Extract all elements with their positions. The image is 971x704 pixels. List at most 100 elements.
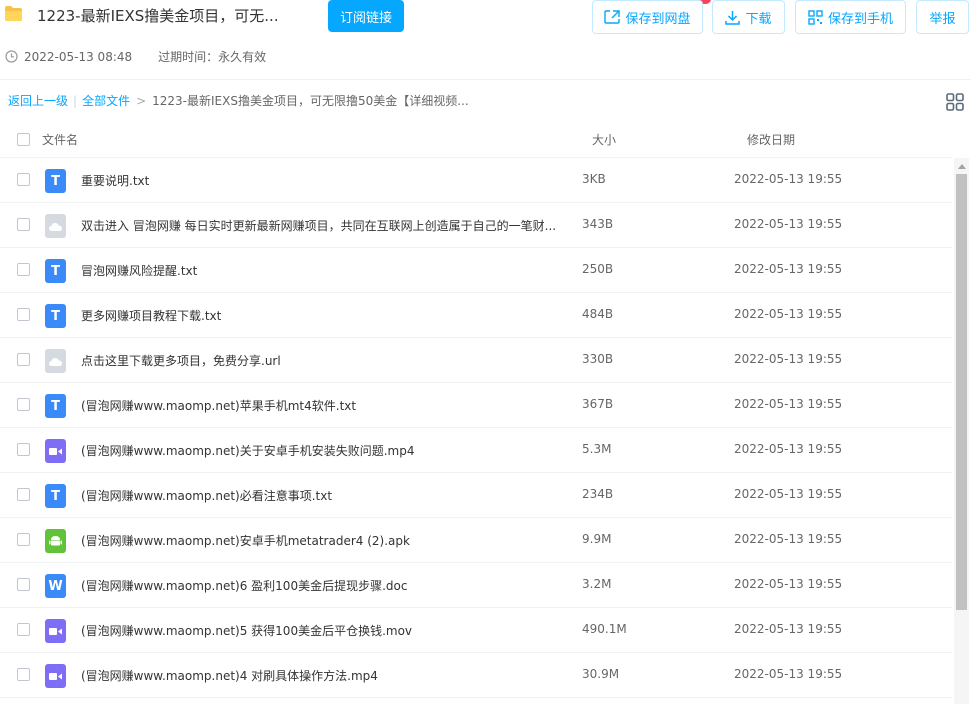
- row-checkbox[interactable]: [17, 578, 30, 591]
- file-size: 3.2M: [582, 577, 612, 591]
- file-name[interactable]: (冒泡网赚www.maomp.net)6 盈利100美金后提现步骤.doc: [81, 577, 407, 594]
- row-checkbox[interactable]: [17, 398, 30, 411]
- file-list: T 重要说明.txt 3KB 2022-05-13 19:55 双击进入 冒泡网赚 每日…: [0, 158, 952, 698]
- table-row[interactable]: W (冒泡网赚www.maomp.net)6 盈利100美金后提现步骤.doc 3.…: [0, 563, 952, 608]
- breadcrumb-separator: |: [73, 93, 78, 108]
- file-name[interactable]: 冒泡网赚风险提醒.txt: [81, 262, 197, 279]
- download-icon: [725, 10, 741, 25]
- file-date: 2022-05-13 19:55: [734, 532, 843, 546]
- grid-view-icon[interactable]: [946, 93, 964, 111]
- file-date: 2022-05-13 19:55: [734, 442, 843, 456]
- video-file-icon: [45, 664, 66, 688]
- save-to-phone-label: 保存到手机: [827, 11, 893, 27]
- file-icon-glyph: T: [51, 173, 60, 189]
- file-name[interactable]: (冒泡网赚www.maomp.net)4 对刷具体操作方法.mp4: [81, 667, 378, 684]
- video-file-icon: [45, 439, 66, 463]
- file-date: 2022-05-13 19:55: [734, 667, 843, 681]
- file-size: 30.9M: [582, 667, 620, 681]
- subscribe-link-button[interactable]: 订阅链接: [328, 0, 404, 32]
- file-size: 3KB: [582, 172, 606, 186]
- file-size: 367B: [582, 397, 614, 411]
- file-icon-glyph: W: [48, 578, 63, 594]
- back-link[interactable]: 返回上一级: [8, 92, 68, 109]
- qrcode-icon: [808, 9, 823, 25]
- table-row[interactable]: (冒泡网赚www.maomp.net)4 对刷具体操作方法.mp4 30.9M 20…: [0, 653, 952, 698]
- file-size: 9.9M: [582, 532, 612, 546]
- chevron-up-icon: [957, 163, 966, 169]
- file-table-header: 文件名 大小 修改日期: [0, 118, 952, 158]
- column-header-date[interactable]: 修改日期: [747, 131, 795, 148]
- file-name[interactable]: (冒泡网赚www.maomp.net)关于安卓手机安装失败问题.mp4: [81, 442, 414, 459]
- file-name[interactable]: (冒泡网赚www.maomp.net)必看注意事项.txt: [81, 487, 332, 504]
- breadcrumb: 返回上一级 | 全部文件 > 1223-最新IEXS撸美金项目，可无限撸50美金…: [8, 92, 469, 109]
- table-row[interactable]: 点击这里下载更多项目，免费分享.url 330B 2022-05-13 19:55: [0, 338, 952, 383]
- file-name[interactable]: 双击进入 冒泡网赚 每日实时更新最新网赚项目，共同在互联网上创造属于自己的一笔财…: [81, 217, 556, 234]
- save-to-phone-button[interactable]: 保存到手机: [795, 0, 906, 34]
- save-to-netdisk-label: 保存到网盘: [625, 11, 691, 27]
- link-file-icon: [45, 349, 66, 373]
- download-button[interactable]: 下载: [712, 0, 785, 34]
- table-row[interactable]: T (冒泡网赚www.maomp.net)必看注意事项.txt 234B 2022-0…: [0, 473, 952, 518]
- save-to-netdisk-button[interactable]: 保存到网盘: [592, 0, 703, 34]
- clock-icon: [5, 50, 18, 63]
- text-file-icon: T: [45, 259, 66, 283]
- table-row[interactable]: (冒泡网赚www.maomp.net)安卓手机metatrader4 (2).a…: [0, 518, 952, 563]
- folder-icon: [5, 6, 22, 21]
- table-row[interactable]: (冒泡网赚www.maomp.net)关于安卓手机安装失败问题.mp4 5.3M 2…: [0, 428, 952, 473]
- row-checkbox[interactable]: [17, 623, 30, 636]
- select-all-checkbox[interactable]: [17, 133, 30, 146]
- file-size: 330B: [582, 352, 614, 366]
- file-date: 2022-05-13 19:55: [734, 217, 843, 231]
- table-row[interactable]: 双击进入 冒泡网赚 每日实时更新最新网赚项目，共同在互联网上创造属于自己的一笔财…: [0, 203, 952, 248]
- file-icon-glyph: T: [51, 398, 60, 414]
- row-checkbox[interactable]: [17, 443, 30, 456]
- word-file-icon: W: [45, 574, 66, 598]
- file-date: 2022-05-13 19:55: [734, 577, 843, 591]
- scroll-up-arrow[interactable]: [954, 158, 969, 174]
- file-name[interactable]: 点击这里下载更多项目，免费分享.url: [81, 352, 281, 369]
- table-row[interactable]: T 重要说明.txt 3KB 2022-05-13 19:55: [0, 158, 952, 203]
- all-files-link[interactable]: 全部文件: [82, 92, 130, 109]
- file-size: 5.3M: [582, 442, 612, 456]
- table-row[interactable]: T 更多网赚项目教程下载.txt 484B 2022-05-13 19:55: [0, 293, 952, 338]
- report-button[interactable]: 举报: [916, 0, 969, 34]
- table-row[interactable]: T (冒泡网赚www.maomp.net)苹果手机mt4软件.txt 367B 202…: [0, 383, 952, 428]
- download-label: 下载: [745, 11, 772, 27]
- text-file-icon: T: [45, 169, 66, 193]
- text-file-icon: T: [45, 394, 66, 418]
- column-header-size[interactable]: 大小: [592, 131, 616, 148]
- row-checkbox[interactable]: [17, 668, 30, 681]
- breadcrumb-current: 1223-最新IEXS撸美金项目，可无限撸50美金【详细视频...: [152, 94, 469, 108]
- file-size: 490.1M: [582, 622, 627, 636]
- file-date: 2022-05-13 19:55: [734, 622, 843, 636]
- file-date: 2022-05-13 19:55: [734, 262, 843, 276]
- file-name[interactable]: 更多网赚项目教程下载.txt: [81, 307, 221, 324]
- table-row[interactable]: T 冒泡网赚风险提醒.txt 250B 2022-05-13 19:55: [0, 248, 952, 293]
- file-name[interactable]: (冒泡网赚www.maomp.net)苹果手机mt4软件.txt: [81, 397, 356, 414]
- row-checkbox[interactable]: [17, 308, 30, 321]
- row-checkbox[interactable]: [17, 533, 30, 546]
- android-file-icon: [45, 529, 66, 553]
- file-date: 2022-05-13 19:55: [734, 172, 843, 186]
- file-size: 250B: [582, 262, 614, 276]
- file-name[interactable]: (冒泡网赚www.maomp.net)5 获得100美金后平仓换钱.mov: [81, 622, 412, 639]
- file-date: 2022-05-13 19:55: [734, 487, 843, 501]
- row-checkbox[interactable]: [17, 488, 30, 501]
- scrollbar-thumb[interactable]: [956, 174, 967, 610]
- page-title: 1223-最新IEXS撸美金项目，可无...: [37, 7, 279, 25]
- row-checkbox[interactable]: [17, 263, 30, 276]
- text-file-icon: T: [45, 304, 66, 328]
- row-checkbox[interactable]: [17, 353, 30, 366]
- chevron-right-icon: >: [136, 93, 147, 108]
- row-checkbox[interactable]: [17, 218, 30, 231]
- share-meta: 2022-05-13 08:48 过期时间：永久有效: [5, 48, 266, 65]
- table-row[interactable]: (冒泡网赚www.maomp.net)5 获得100美金后平仓换钱.mov 490…: [0, 608, 952, 653]
- video-file-icon: [45, 619, 66, 643]
- row-checkbox[interactable]: [17, 173, 30, 186]
- file-name[interactable]: (冒泡网赚www.maomp.net)安卓手机metatrader4 (2).a…: [81, 532, 410, 549]
- share-header: 1223-最新IEXS撸美金项目，可无... 订阅链接 2022-05-13 0…: [0, 0, 971, 80]
- share-time: 2022-05-13 08:48: [24, 49, 133, 64]
- column-header-name[interactable]: 文件名: [42, 131, 78, 148]
- file-name[interactable]: 重要说明.txt: [81, 172, 149, 189]
- file-icon-glyph: T: [51, 308, 60, 324]
